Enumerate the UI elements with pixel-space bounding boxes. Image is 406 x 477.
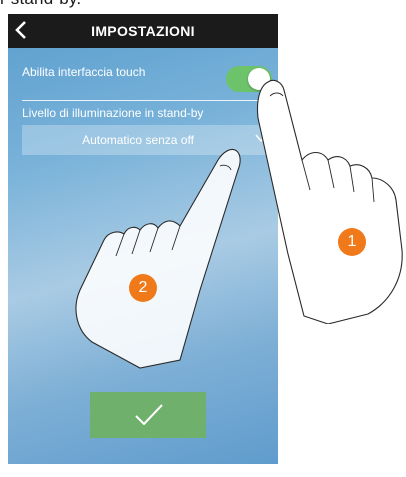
touch-interface-label: Abilita interfaccia touch: [22, 65, 146, 79]
page-title: IMPOSTAZIONI: [91, 23, 195, 39]
standby-label: Livello di illuminazione in stand-by: [22, 106, 204, 120]
step-badge-1: 1: [338, 228, 366, 256]
toggle-knob: [248, 68, 270, 90]
touch-interface-toggle[interactable]: [226, 66, 272, 92]
confirm-button[interactable]: [90, 392, 206, 438]
standby-select[interactable]: Automatico senza off: [22, 125, 276, 155]
chevron-down-icon: [255, 134, 267, 143]
checkmark-icon: [135, 404, 163, 426]
standby-value: Automatico senza off: [82, 133, 194, 147]
step-badge-2: 2: [129, 274, 157, 302]
phone-screen: IMPOSTAZIONI Abilita interfaccia touch L…: [8, 14, 278, 464]
divider: [22, 100, 276, 101]
caption-text: r stand-by.: [0, 0, 81, 9]
top-bar: IMPOSTAZIONI: [8, 14, 278, 48]
